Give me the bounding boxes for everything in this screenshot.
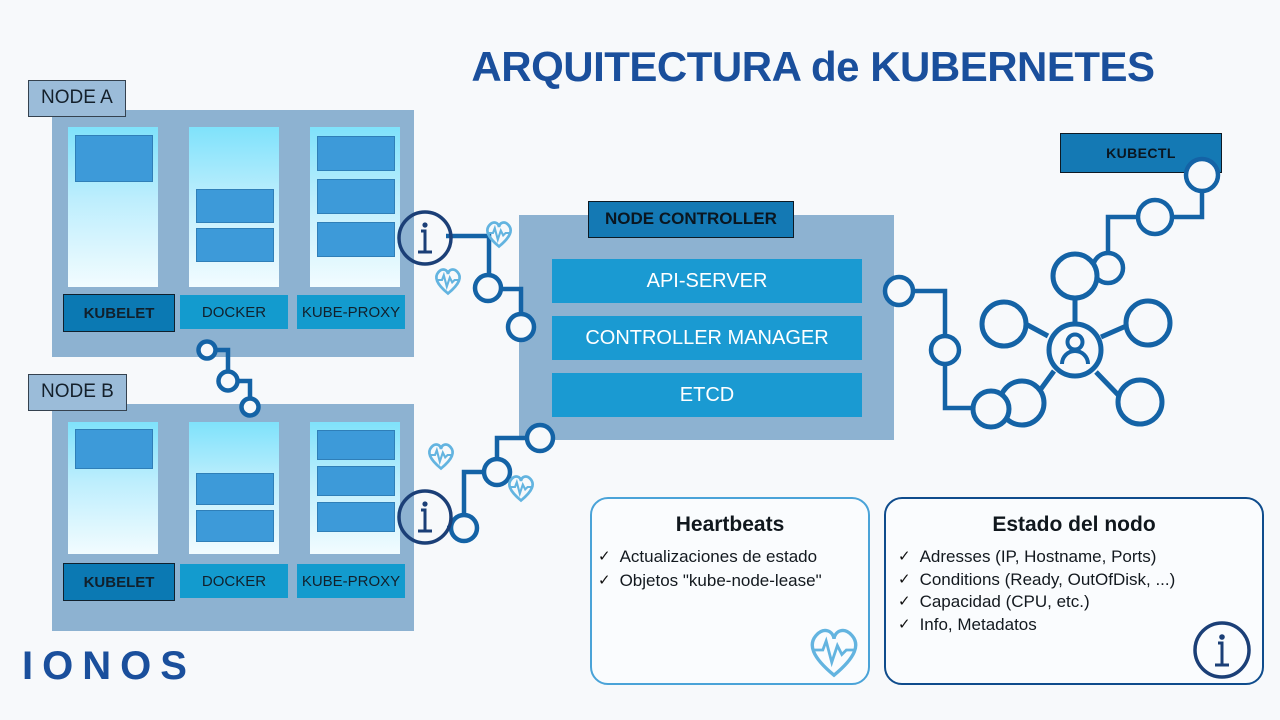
node-a-pod-3-3 xyxy=(317,222,395,257)
node-a-component-kube-proxy[interactable]: KUBE-PROXY xyxy=(297,295,405,329)
spoke-right-up xyxy=(1099,320,1135,340)
spoke-left-up xyxy=(1020,319,1050,339)
check-icon: ✓ xyxy=(898,570,911,588)
wire-network-circle-a xyxy=(1135,197,1175,237)
spoke-right-down xyxy=(1094,370,1127,404)
node-controller-row-api-server[interactable]: API-SERVER xyxy=(552,259,862,303)
node-a-pod-3-1 xyxy=(317,136,395,171)
node-b-pod-column-1 xyxy=(68,422,158,554)
wire-kubectl-to-network xyxy=(1105,175,1205,268)
heartbeats-item-0: Actualizaciones de estado xyxy=(619,547,818,566)
node-state-card-title: Estado del nodo xyxy=(992,513,1156,536)
check-icon: ✓ xyxy=(598,548,611,565)
node-b-pod-2-2 xyxy=(196,510,274,542)
heartbeats-card: Heartbeats ✓ Actualizaciones de estado ✓… xyxy=(590,497,870,685)
node-a-component-docker[interactable]: DOCKER xyxy=(180,295,288,329)
check-icon: ✓ xyxy=(898,593,911,611)
heartbeats-item-1: Objetos "kube-node-lease" xyxy=(619,570,822,590)
node-controller-title: NODE CONTROLLER xyxy=(588,201,794,238)
network-node-left xyxy=(979,299,1029,349)
wire-node-b-circle-2 xyxy=(481,456,513,488)
node-a-pod-column-3 xyxy=(310,127,400,287)
list-item: ✓ Objetos "kube-node-lease" xyxy=(598,571,868,592)
network-node-bottom-right xyxy=(1115,377,1165,427)
node-b-pod-column-2 xyxy=(189,422,279,554)
kubectl-box[interactable]: KUBECTL xyxy=(1060,133,1222,173)
node-b-pod-3-2 xyxy=(317,466,395,496)
node-b-label: NODE B xyxy=(28,374,127,411)
node-state-item-1: Conditions (Ready, OutOfDisk, ...) xyxy=(919,569,1176,589)
list-item: ✓ Conditions (Ready, OutOfDisk, ...) xyxy=(898,570,1262,591)
node-state-item-2: Capacidad (CPU, etc.) xyxy=(919,592,1090,612)
heartbeats-card-title: Heartbeats xyxy=(675,513,785,536)
heartbeat-icon-a2 xyxy=(435,268,461,296)
list-item: ✓ Adresses (IP, Hostname, Ports) xyxy=(898,547,1262,568)
node-b-pod-column-3 xyxy=(310,422,400,554)
heartbeat-icon-b1 xyxy=(428,443,454,471)
node-a-label: NODE A xyxy=(28,80,126,117)
node-a-pod-2-2 xyxy=(196,228,274,262)
node-b-component-docker[interactable]: DOCKER xyxy=(180,564,288,598)
wire-controller-circle-3 xyxy=(975,391,1009,425)
list-item: ✓ Actualizaciones de estado xyxy=(598,547,868,568)
node-a-pod-column-1 xyxy=(68,127,158,287)
network-node-right xyxy=(1123,298,1173,348)
node-state-card-list: ✓ Adresses (IP, Hostname, Ports) ✓ Condi… xyxy=(898,547,1262,636)
wire-ab-circle-2 xyxy=(216,369,240,393)
check-icon: ✓ xyxy=(898,616,911,634)
wire-node-a-to-controller xyxy=(446,233,524,327)
wire-network-circle-b xyxy=(1090,250,1126,286)
ionos-logo: IONOS xyxy=(22,644,196,688)
spoke-left-down xyxy=(1027,369,1057,406)
network-node-bottom-left xyxy=(997,378,1047,428)
network-hub xyxy=(1046,321,1104,379)
wire-node-b-to-controller xyxy=(447,435,540,531)
node-b-component-kubelet[interactable]: KUBELET xyxy=(63,563,175,601)
node-b-pod-3-3 xyxy=(317,502,395,532)
heartbeat-icon-a1 xyxy=(486,221,512,249)
node-state-card: Estado del nodo ✓ Adresses (IP, Hostname… xyxy=(884,497,1264,685)
node-b-pod-1-1 xyxy=(75,429,153,469)
check-icon: ✓ xyxy=(598,571,611,589)
wire-node-b-circle-1 xyxy=(448,512,480,544)
heartbeats-card-list: ✓ Actualizaciones de estado ✓ Objetos "k… xyxy=(598,547,868,591)
node-b-pod-3-1 xyxy=(317,430,395,460)
node-a-pod-column-2 xyxy=(189,127,279,287)
node-a-component-kubelet[interactable]: KUBELET xyxy=(63,294,175,332)
node-controller-panel: API-SERVER CONTROLLER MANAGER ETCD xyxy=(519,215,894,440)
user-icon xyxy=(1060,332,1090,365)
node-state-item-3: Info, Metadatos xyxy=(919,615,1037,635)
check-icon: ✓ xyxy=(898,548,911,565)
wire-controller-to-network xyxy=(900,288,992,411)
wire-controller-circle-2 xyxy=(928,333,962,367)
node-a-pod-2-1 xyxy=(196,189,274,223)
node-controller-row-controller-manager[interactable]: CONTROLLER MANAGER xyxy=(552,316,862,360)
network-node-extra xyxy=(970,388,1012,430)
wire-node-a-to-node-b xyxy=(207,347,253,407)
heartbeat-icon-b2 xyxy=(508,475,534,503)
network-node-top xyxy=(1050,251,1100,301)
node-a-pod-1-1 xyxy=(75,135,153,182)
node-a-pod-3-2 xyxy=(317,179,395,214)
page-title: ARQUITECTURA de KUBERNETES xyxy=(471,43,1155,90)
node-state-item-0: Adresses (IP, Hostname, Ports) xyxy=(919,547,1157,566)
list-item: ✓ Info, Metadatos xyxy=(898,615,1262,636)
wire-node-a-circle-1 xyxy=(472,272,504,304)
node-b-panel: KUBELET DOCKER KUBE-PROXY xyxy=(52,404,414,631)
list-item: ✓ Capacidad (CPU, etc.) xyxy=(898,592,1262,613)
node-b-pod-2-1 xyxy=(196,473,274,505)
node-b-component-kube-proxy[interactable]: KUBE-PROXY xyxy=(297,564,405,598)
node-a-panel: KUBELET DOCKER KUBE-PROXY xyxy=(52,110,414,357)
node-controller-row-etcd[interactable]: ETCD xyxy=(552,373,862,417)
diagram-canvas: ARQUITECTURA de KUBERNETES NODE A KUBELE… xyxy=(0,0,1280,720)
